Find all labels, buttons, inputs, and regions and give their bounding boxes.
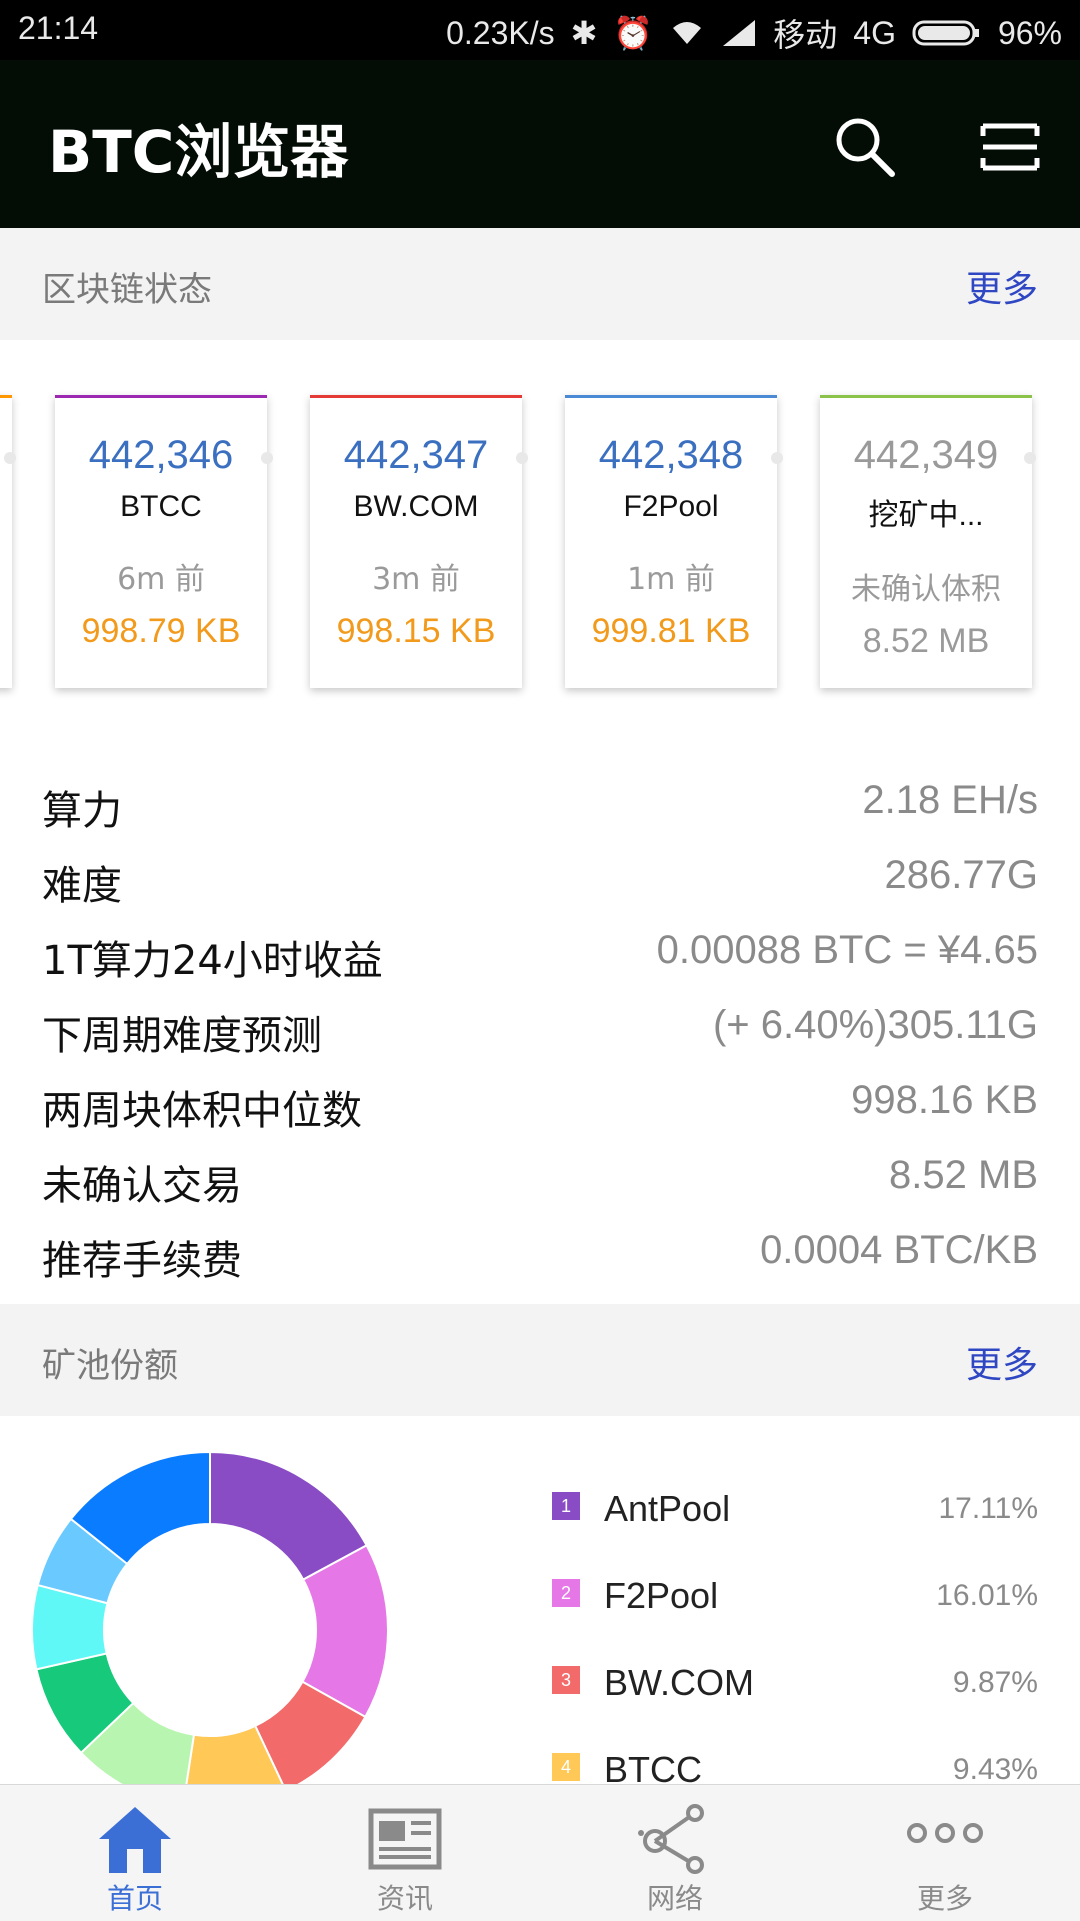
pool-share-header: 矿池份额 更多 <box>0 1304 1080 1416</box>
status-time: 21:14 <box>18 10 99 46</box>
stat-label: 1T算力24小时收益 <box>42 938 383 984</box>
legend-pool-name: AntPool <box>604 1488 731 1529</box>
legend-swatch: 3 <box>552 1666 580 1694</box>
app-title: BTC浏览器 <box>48 118 349 186</box>
pool-share-more-link[interactable]: 更多 <box>966 1336 1038 1388</box>
block-time: 6m 前 <box>117 562 205 597</box>
carrier: 移动 <box>773 17 838 53</box>
stat-row: 两周块体积中位数 998.16 KB <box>0 1070 1080 1145</box>
nav-more-label: 更多 <box>916 1882 973 1915</box>
bluetooth-icon: ✱ <box>570 15 598 51</box>
legend-swatch: 1 <box>552 1492 580 1520</box>
pool-share-title: 矿池份额 <box>42 1346 178 1386</box>
stat-row: 下周期难度预测 (+ 6.40%)305.11G <box>0 995 1080 1070</box>
block-height: 442,349 <box>853 433 999 477</box>
block-height: 442,347 <box>343 433 489 477</box>
legend-item[interactable]: 3 BW.COM 9.87% <box>548 1654 1038 1714</box>
stat-value: 998.16 KB <box>851 1078 1038 1122</box>
battery-icon <box>912 20 979 46</box>
stat-row: 难度 286.77G <box>0 845 1080 920</box>
stat-row: 1T算力24小时收益 0.00088 BTC = ¥4.65 <box>0 920 1080 995</box>
stat-value: 0.0004 BTC/KB <box>760 1228 1038 1272</box>
stat-value: 8.52 MB <box>889 1153 1038 1197</box>
block-card-pending[interactable]: 442,349 挖矿中... 未确认体积 8.52 MB <box>820 395 1032 688</box>
legend-pool-name: BW.COM <box>604 1662 754 1703</box>
legend-pool-name: F2Pool <box>604 1575 719 1616</box>
nav-more[interactable]: 更多 <box>810 1785 1080 1921</box>
block-size: 8.52 MB <box>862 622 990 660</box>
legend-item[interactable]: 2 F2Pool 16.01% <box>548 1567 1038 1627</box>
block-size: 998.15 KB <box>336 612 496 650</box>
block-pool: BW.COM <box>353 490 479 523</box>
block-pool: F2Pool <box>623 490 719 523</box>
pool-share-chart[interactable] <box>30 1450 490 1810</box>
stat-row: 未确认交易 8.52 MB <box>0 1145 1080 1220</box>
block-pool: BTCC <box>120 490 202 523</box>
legend-pool-percent: 17.11% <box>938 1492 1038 1525</box>
alarm-icon: ⏰ <box>613 15 654 51</box>
stat-row: 推荐手续费 0.0004 BTC/KB <box>0 1220 1080 1295</box>
block-time: 1m 前 <box>627 562 715 597</box>
news-icon <box>368 1808 442 1870</box>
legend-pool-percent: 9.87% <box>952 1666 1038 1699</box>
stat-value: 2.18 EH/s <box>862 778 1038 822</box>
legend-swatch: 4 <box>552 1753 580 1781</box>
legend-pool-percent: 9.43% <box>952 1753 1038 1786</box>
chain-link-dot <box>261 452 273 464</box>
chain-status-more-link[interactable]: 更多 <box>966 260 1038 312</box>
block-time: 未确认体积 <box>851 572 1001 607</box>
nav-news[interactable]: 资讯 <box>270 1785 540 1921</box>
home-icon <box>99 1807 171 1873</box>
block-height: 442,348 <box>598 433 744 477</box>
block-card-previous[interactable] <box>0 395 12 688</box>
nav-news-label: 资讯 <box>376 1882 433 1915</box>
status-bar: 21:14 0.23K/s ✱ ⏰ 移动 4G 96% <box>0 0 1080 60</box>
chain-link-dot <box>516 452 528 464</box>
legend-pool-percent: 16.01% <box>936 1579 1038 1612</box>
stat-label: 推荐手续费 <box>42 1238 242 1284</box>
legend-swatch: 2 <box>552 1579 580 1607</box>
status-right: 0.23K/s ✱ ⏰ 移动 4G 96% <box>446 10 1062 56</box>
stat-label: 两周块体积中位数 <box>42 1088 362 1134</box>
block-size: 999.81 KB <box>591 612 751 650</box>
stat-label: 未确认交易 <box>42 1163 242 1209</box>
block-height: 442,346 <box>88 433 234 477</box>
network-icon <box>638 1804 704 1874</box>
legend-item[interactable]: 1 AntPool 17.11% <box>548 1480 1038 1540</box>
search-icon[interactable] <box>830 112 900 182</box>
stat-value: 0.00088 BTC = ¥4.65 <box>656 928 1038 972</box>
block-pool: 挖矿中... <box>868 499 984 532</box>
chain-link-dot <box>771 452 783 464</box>
stat-label: 算力 <box>42 788 122 834</box>
block-card[interactable]: 442,348 F2Pool 1m 前 999.81 KB <box>565 395 777 688</box>
block-carousel[interactable]: 442,346 BTCC 6m 前 998.79 KB 442,347 BW.C… <box>0 340 1080 720</box>
stat-value: 286.77G <box>884 853 1038 897</box>
nav-home[interactable]: 首页 <box>0 1785 270 1921</box>
signal-icon <box>723 20 756 46</box>
more-icon <box>907 1823 983 1843</box>
stat-row: 算力 2.18 EH/s <box>0 770 1080 845</box>
nav-home-label: 首页 <box>106 1882 163 1915</box>
nav-network-label: 网络 <box>646 1882 703 1915</box>
app-bar: BTC浏览器 <box>0 60 1080 228</box>
nav-network[interactable]: 网络 <box>540 1785 810 1921</box>
menu-icon[interactable] <box>975 112 1045 182</box>
stat-label: 难度 <box>42 863 122 909</box>
block-time: 3m 前 <box>372 562 460 597</box>
block-size: 998.79 KB <box>81 612 241 650</box>
chain-link-dot <box>4 452 16 464</box>
chain-status-title: 区块链状态 <box>42 270 212 310</box>
block-card[interactable]: 442,346 BTCC 6m 前 998.79 KB <box>55 395 267 688</box>
stat-value: (+ 6.40%)305.11G <box>712 1003 1038 1047</box>
chain-status-header: 区块链状态 更多 <box>0 228 1080 340</box>
wifi-icon <box>673 22 702 44</box>
status-speed: 0.23K/s <box>446 14 555 51</box>
battery-level: 96% <box>997 14 1062 51</box>
network-type: 4G <box>853 14 896 51</box>
pool-share-donut[interactable] <box>30 1450 490 1810</box>
stat-label: 下周期难度预测 <box>42 1013 322 1059</box>
bottom-nav: 首页 资讯 网络 更多 <box>0 1784 1080 1921</box>
block-card[interactable]: 442,347 BW.COM 3m 前 998.15 KB <box>310 395 522 688</box>
chain-link-dot <box>1024 452 1036 464</box>
